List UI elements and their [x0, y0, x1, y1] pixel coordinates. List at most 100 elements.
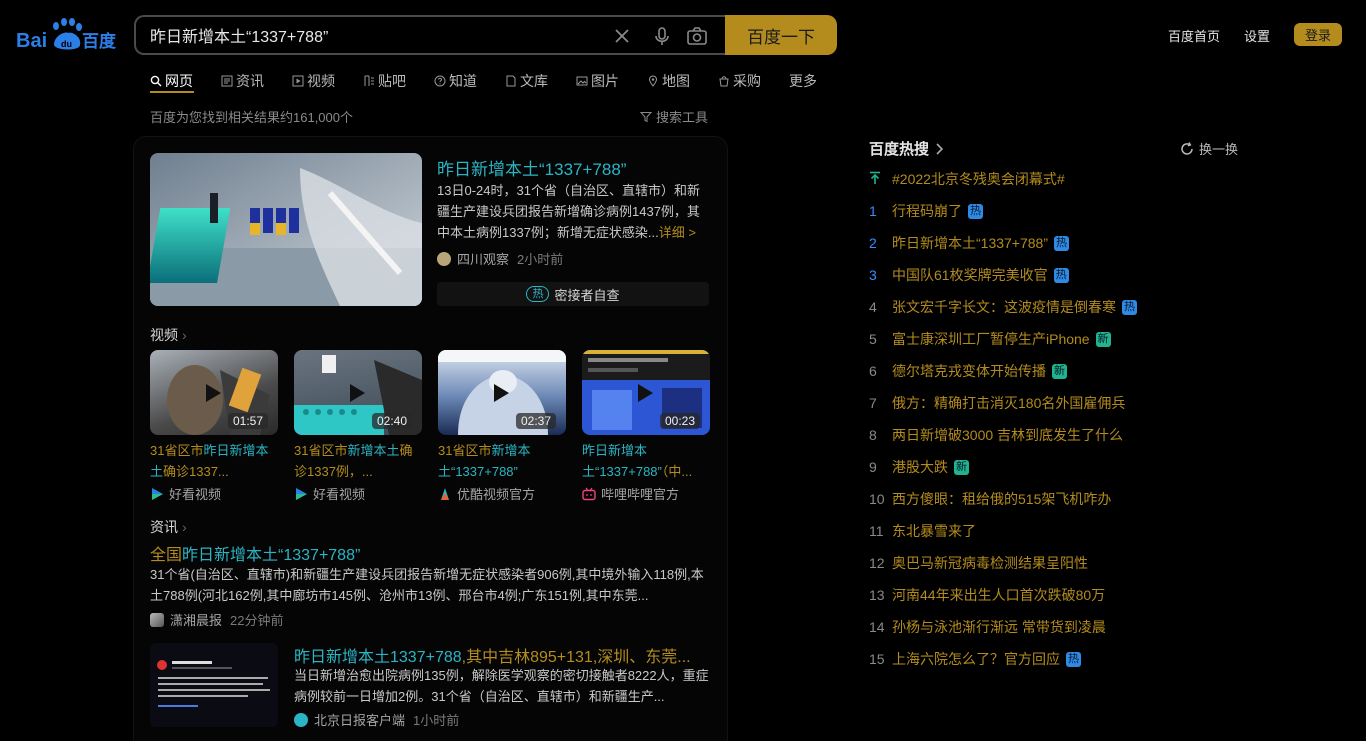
baidu-home-link[interactable]: 百度首页	[1168, 26, 1220, 45]
title-text: 31省区市	[150, 443, 204, 458]
filter-icon	[640, 111, 652, 122]
video-card[interactable]: 02:40 31省区市新增本土确诊1337例，... 好看视频	[294, 350, 422, 503]
hot-search-item[interactable]: 6 德尔塔克戎变体开始传播新	[869, 360, 1067, 382]
title-highlight: 新增本土	[347, 443, 400, 458]
video-title[interactable]: 昨日新增本土“1337+788”（中...	[582, 440, 710, 482]
shopping-icon	[719, 76, 729, 87]
document-icon	[506, 75, 516, 87]
video-title[interactable]: 31省区市新增本土确诊1337例，...	[294, 440, 422, 482]
tab-more[interactable]: 更多	[789, 68, 817, 94]
login-button[interactable]: 登录	[1294, 23, 1342, 46]
svg-text:du: du	[61, 39, 72, 49]
title-text: 确诊1337...	[163, 464, 229, 479]
source-name[interactable]: 潇湘晨报	[170, 610, 222, 629]
hot-search-title[interactable]: 百度热搜	[869, 138, 944, 159]
hot-search-item[interactable]: 9 港股大跌新	[869, 456, 969, 478]
hot-search-item[interactable]: 8 两日新增破3000 吉林到底发生了什么	[869, 424, 1123, 446]
tab-video[interactable]: 视频	[292, 68, 335, 94]
hot-search-text: 昨日新增本土“1337+788”	[892, 235, 1049, 251]
news-source: 北京日报客户端 1小时前	[294, 710, 459, 729]
hot-query-text: 密接者自查	[554, 287, 620, 303]
hot-search-rank: 1	[869, 203, 877, 219]
hot-search-rank: 10	[869, 491, 885, 507]
hot-search-item[interactable]: 10 西方傻眼：租给俄的515架飞机咋办	[869, 488, 1111, 510]
hot-search-item[interactable]: 7 俄方：精确打击消灭180名外国雇佣兵	[869, 392, 1125, 414]
search-button[interactable]: 百度一下	[725, 15, 837, 55]
hot-search-item[interactable]: 5 富士康深圳工厂暂停生产iPhone 新	[869, 328, 1111, 350]
lab-test-image[interactable]	[150, 153, 422, 306]
video-thumbnail[interactable]: 02:37	[438, 350, 566, 435]
title-highlight: 昨日新增本土“1337+788”	[582, 443, 662, 479]
clear-icon[interactable]	[611, 25, 633, 47]
publish-time: 1小时前	[413, 713, 460, 728]
tab-news[interactable]: 资讯	[221, 68, 264, 94]
hot-search-item[interactable]: 12 奥巴马新冠病毒检测结果呈阳性	[869, 552, 1088, 574]
hot-search-text: 港股大跌	[892, 459, 948, 475]
video-card[interactable]: 00:23 昨日新增本土“1337+788”（中... 哔哩哔哩官方	[582, 350, 710, 503]
video-source: 好看视频	[294, 484, 422, 503]
tab-images[interactable]: 图片	[576, 68, 619, 94]
source-avatar	[294, 712, 308, 727]
hot-search-text: #2022北京冬残奥会闭幕式#	[892, 171, 1065, 187]
hot-search-item[interactable]: 4 张文宏千字长文：这波疫情是倒春寒热	[869, 296, 1137, 318]
section-label: 视频	[150, 327, 178, 343]
video-thumbnail[interactable]: 00:23	[582, 350, 710, 435]
video-thumbnail[interactable]: 02:40	[294, 350, 422, 435]
search-icon	[150, 75, 162, 87]
source-avatar	[437, 251, 451, 266]
camera-icon[interactable]	[686, 25, 708, 47]
video-title[interactable]: 31省区市新增本土“1337+788”	[438, 440, 566, 482]
video-thumbnail[interactable]: 01:57	[150, 350, 278, 435]
pinned-top-icon	[869, 171, 892, 188]
hot-search-item[interactable]: 15 上海六院怎么了？官方回应热	[869, 648, 1081, 670]
tab-zhidao[interactable]: 知道	[434, 68, 477, 94]
video-card[interactable]: 02:37 31省区市新增本土“1337+788” 优酷视频官方	[438, 350, 566, 503]
news-thumbnail[interactable]	[150, 643, 278, 727]
video-icon	[292, 75, 304, 87]
hot-search-rank: 3	[869, 267, 877, 283]
search-input[interactable]	[150, 17, 590, 53]
title-text: 全国	[150, 547, 183, 564]
hot-search-rank: 7	[869, 395, 877, 411]
search-box	[134, 15, 730, 55]
detail-link[interactable]: 详细 >	[659, 225, 696, 240]
news-title[interactable]: 昨日新增本土1337+788,其中吉林895+131,深圳、东莞...	[294, 643, 704, 667]
hot-search-item[interactable]: 2 昨日新增本土“1337+788” 热	[869, 232, 1070, 254]
microphone-icon[interactable]	[651, 25, 673, 47]
source-name[interactable]: 四川观察	[457, 249, 509, 268]
tab-label: 文库	[520, 73, 548, 89]
tab-label: 视频	[307, 73, 335, 89]
video-card[interactable]: 01:57 31省区市昨日新增本土确诊1337... 好看视频	[150, 350, 278, 503]
chevron-right-icon: ›	[182, 327, 187, 343]
hot-search-item[interactable]: #2022北京冬残奥会闭幕式#	[869, 168, 1065, 190]
video-title[interactable]: 31省区市昨日新增本土确诊1337...	[150, 440, 278, 482]
refresh-label: 换一换	[1199, 142, 1239, 157]
source-name: 哔哩哔哩官方	[601, 487, 680, 502]
hot-search-item[interactable]: 1 行程码崩了热	[869, 200, 983, 222]
youku-icon	[441, 487, 449, 500]
tab-map[interactable]: 地图	[647, 68, 690, 94]
hot-search-rank: 13	[869, 587, 885, 603]
search-tools-button[interactable]: 搜索工具	[640, 107, 708, 126]
baidu-logo[interactable]: Bai du 百度	[16, 17, 118, 53]
video-duration: 02:37	[515, 413, 556, 429]
refresh-button[interactable]: 换一换	[1180, 139, 1238, 158]
news-title[interactable]: 全国昨日新增本土“1337+788”	[150, 541, 360, 565]
hot-search-item[interactable]: 3 中国队61枚奖牌完美收官热	[869, 264, 1069, 286]
video-source: 好看视频	[150, 484, 278, 503]
tab-label: 更多	[789, 73, 817, 89]
hot-search-item[interactable]: 13 河南44年来出生人口首次跌破80万	[869, 584, 1105, 606]
news-section-title[interactable]: 资讯 ›	[150, 517, 187, 537]
source-name[interactable]: 北京日报客户端	[314, 710, 405, 729]
related-hot-query[interactable]: 热 密接者自查	[437, 282, 709, 306]
hot-search-item[interactable]: 11 东北暴雪来了	[869, 520, 976, 542]
hot-badge: 热	[1054, 235, 1070, 251]
tab-shopping[interactable]: 采购	[718, 68, 761, 94]
top-result-title[interactable]: 昨日新增本土“1337+788”	[437, 155, 626, 180]
hot-search-item[interactable]: 14 孙杨与泳池渐行渐远 常带货到凌晨	[869, 616, 1106, 638]
tab-wenku[interactable]: 文库	[505, 68, 548, 94]
tab-tieba[interactable]: 贴吧	[363, 68, 406, 94]
videos-section-title[interactable]: 视频 ›	[150, 325, 187, 345]
hot-search-label: 百度热搜	[869, 141, 930, 158]
settings-link[interactable]: 设置	[1244, 26, 1270, 45]
